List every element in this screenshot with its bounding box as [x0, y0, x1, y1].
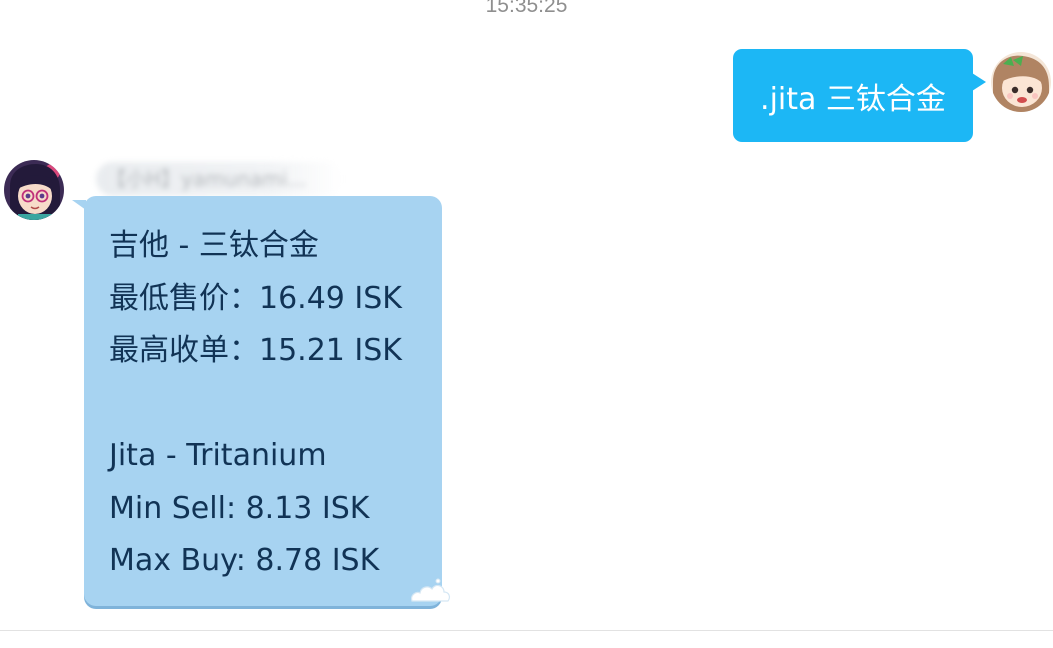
message-line: Max Buy: 8.78 ISK: [109, 543, 380, 578]
message-timestamp: 15:35:25: [485, 0, 568, 17]
message-line: 吉他 - 三钛合金: [109, 228, 319, 263]
message-line: Min Sell: 8.13 ISK: [109, 490, 370, 526]
message-line: [109, 378, 442, 431]
cloud-decoration-icon: [411, 578, 450, 602]
girl-avatar-icon[interactable]: [991, 52, 1051, 112]
outgoing-message-bubble[interactable]: .jita 三钛合金: [733, 49, 986, 142]
message-line: Jita - Tritanium: [109, 438, 327, 473]
message-line: 最高收单：15.21 ISK: [109, 333, 402, 368]
outgoing-message-text: .jita 三钛合金: [760, 81, 946, 117]
anime-girl-glasses-avatar-icon[interactable]: [4, 160, 64, 220]
incoming-message-bubble[interactable]: 吉他 - 三钛合金 最低售价：16.49 ISK 最高收单：15.21 ISK …: [72, 196, 442, 606]
bubble-tail: [972, 73, 986, 91]
input-divider: [0, 630, 1053, 631]
chat-window: 15:35:25 .jita 三钛合金 【小H】yamunami... 吉他 -…: [0, 0, 1053, 648]
bubble-tail: [72, 200, 86, 210]
message-line: 最低售价：16.49 ISK: [109, 280, 402, 316]
sender-name[interactable]: 【小H】yamunami...: [96, 162, 342, 196]
